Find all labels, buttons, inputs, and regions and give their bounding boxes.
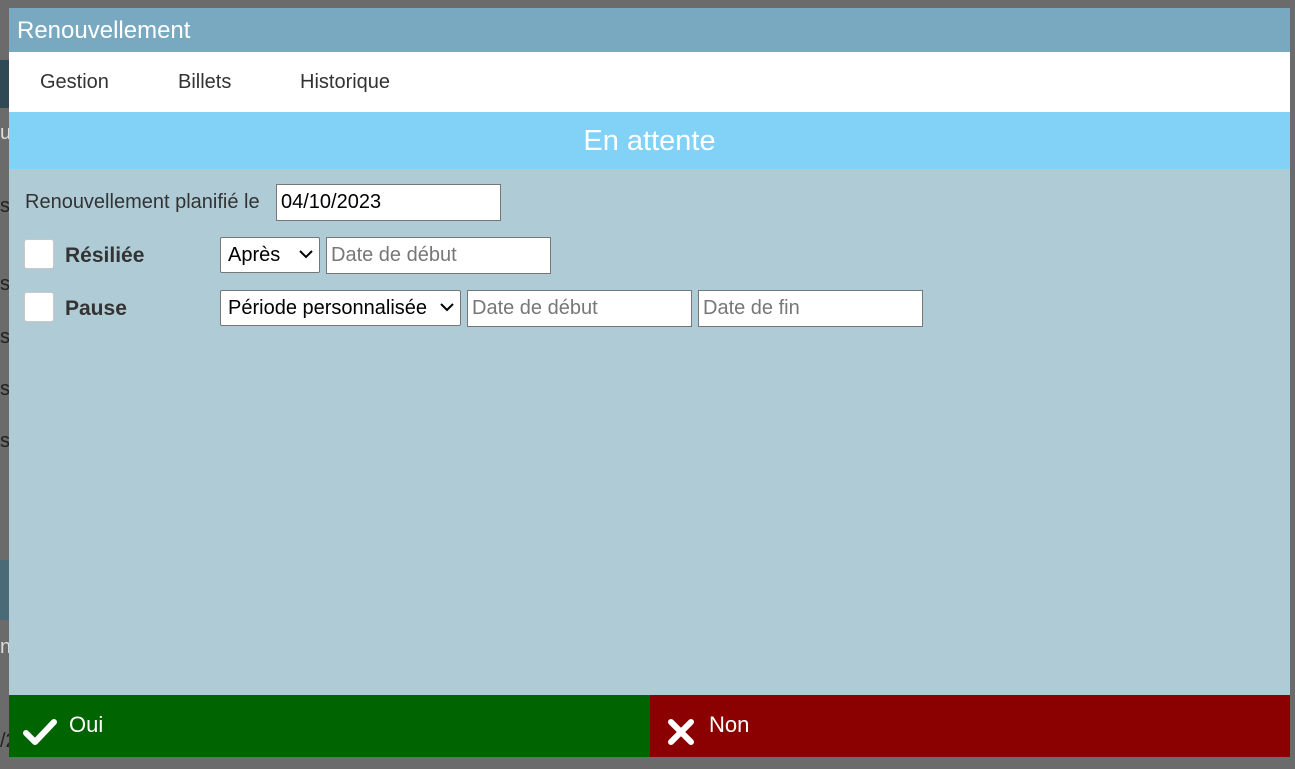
pause-period-select[interactable]: Période personnalisée	[220, 290, 461, 326]
background-fragment: s/	[0, 430, 9, 452]
background-fragment: /2	[0, 730, 9, 752]
background-header-strip	[0, 60, 9, 108]
resiliee-checkbox[interactable]	[24, 239, 54, 269]
yes-button-label: Oui	[69, 712, 104, 737]
background-fragment: s/	[0, 378, 9, 400]
no-button-label: Non	[709, 712, 750, 737]
background-fragment: n	[0, 636, 9, 658]
background-fragment: s/	[0, 326, 9, 348]
pause-label: Pause	[65, 297, 127, 320]
resiliee-start-date-input[interactable]	[326, 237, 551, 274]
dialog-title: Renouvellement	[9, 8, 1290, 52]
resiliee-label: Résiliée	[65, 244, 145, 267]
pause-select-value: Période personnalisée	[228, 297, 428, 319]
tab-billets[interactable]: Billets	[178, 52, 231, 112]
no-button[interactable]: Non	[650, 695, 1290, 757]
pause-checkbox[interactable]	[24, 292, 54, 322]
close-icon	[668, 719, 694, 745]
renewal-dialog: Renouvellement Gestion Billets Historiqu…	[9, 8, 1290, 757]
chevron-down-icon	[440, 303, 454, 312]
background-row-strip	[0, 560, 9, 620]
pause-end-date-input[interactable]	[698, 290, 923, 327]
renewal-date-input[interactable]	[276, 184, 501, 221]
yes-button[interactable]: Oui	[9, 695, 650, 757]
background-fragment: s/	[0, 195, 9, 217]
chevron-down-icon	[299, 250, 313, 259]
renewal-date-label: Renouvellement planifié le	[25, 191, 260, 213]
background-fragment: s/	[0, 273, 9, 295]
status-banner: En attente	[9, 112, 1290, 169]
resiliee-select[interactable]: Après	[220, 237, 320, 273]
resiliee-select-value: Après	[228, 244, 281, 266]
pause-start-date-input[interactable]	[467, 290, 692, 327]
background-fragment: u	[0, 122, 9, 144]
tab-historique[interactable]: Historique	[300, 52, 390, 112]
check-icon	[23, 719, 57, 745]
tab-gestion[interactable]: Gestion	[40, 52, 109, 112]
tab-bar: Gestion Billets Historique	[9, 52, 1290, 112]
